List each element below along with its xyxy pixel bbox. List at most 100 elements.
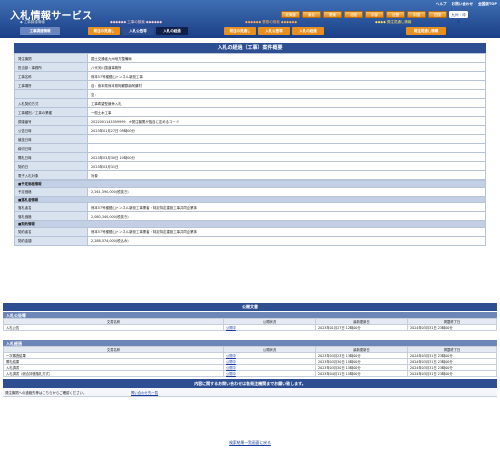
field-label: 競技日時 — [14, 134, 88, 144]
field-label: 契約金額 — [14, 235, 88, 246]
region-selector: 北海道 東北 関東 北陸 中部 近畿 中国 四国 九州・沖縄 — [281, 11, 468, 24]
field-value: 熊本57号種鎧山トンネル新設工事業者・特定特定建設工事共同企業体 — [87, 202, 486, 212]
field-value: 2,288,374,000(税込み) — [87, 235, 486, 246]
doc-updated: 2023年04月11日 15時00分 — [315, 370, 408, 377]
field-value: 熊本57号種鎧山トンネル新設工事 — [87, 71, 486, 81]
tab-bar: ◆ 工事調達情報 ◆◆◆◆◆◆ 工事の検索 ◆◆◆◆◆◆ ◆◆◆◆◆◆ 業務の検… — [20, 20, 490, 36]
case-summary-title: 入札の経過（工事）案件概要 — [14, 43, 486, 53]
field-value: 2,261,390,000(税抜き) — [87, 186, 486, 197]
summary-row: 入札契約方式 工事希望型競争入札 — [14, 98, 486, 108]
tab-service-progress[interactable]: 入札の経過 — [292, 27, 324, 35]
region-hokuriku[interactable]: 北陸 — [344, 11, 363, 18]
tab-construction-progress[interactable]: 入札の経過 — [156, 27, 188, 35]
price-section: ■予定価格情報 予定価格 2,261,390,000(税抜き) ■落札者情報 落札… — [14, 180, 486, 246]
field-label: 公告日時 — [14, 125, 88, 135]
doc-end-date: 2024年03月31日 23時00分 — [407, 324, 497, 331]
field-value: 工事希望型競争入札 — [87, 98, 486, 108]
field-value: 熊本57号種鎧山トンネル新設工事業者・特定特定建設工事共同企業体 — [87, 226, 486, 237]
progress-docs-table: 文書名称 公開状況 最新更新日 掲載終了日 一次審査結果 公開中 2023年03月2… — [3, 346, 497, 377]
field-value: 対象 — [87, 170, 486, 180]
tab-service-notice[interactable]: 入札公告等 — [258, 27, 290, 35]
document-row: 入札調書（総合評価落札方式） 公開中 2023年04月11日 15時00分 2024年… — [3, 370, 497, 377]
region-chubu[interactable]: 中部 — [365, 11, 384, 18]
top-links: ヘルプ お問い合わせ 全国版TOP — [436, 2, 497, 7]
field-label: 工事場所 — [14, 80, 88, 90]
field-value — [87, 143, 486, 153]
summary-row: 公告日時 2023年01月27日 09時00分 — [14, 125, 486, 135]
document-row: 入札公告 公開中 2023年01月27日 12時00分 2024年03月31日 23時… — [3, 324, 497, 331]
tab-construction-notice[interactable]: 入札公告等 — [122, 27, 154, 35]
doc-status-link[interactable]: 公開中 — [223, 324, 316, 331]
tab-group-header-construction: ◆◆◆◆◆◆ 工事の検索 ◆◆◆◆◆◆ — [110, 20, 163, 24]
summary-row: 発注機関 国土交通省九州地方整備局 — [14, 53, 486, 63]
field-label — [14, 89, 88, 99]
region-kyushu[interactable]: 九州・沖縄 — [449, 11, 468, 24]
tab-construction-forecast[interactable]: 発注の見通し — [88, 27, 120, 35]
field-value: 至： — [87, 89, 486, 99]
summary-row: 工事種別／工事の業種 一般土木工事 — [14, 107, 486, 117]
case-summary-table: 発注機関 国土交通省九州地方整備局 担当部・事務所 八代河川国道事務所 工事名称 熊本57… — [14, 53, 486, 180]
header-bar: 入札情報サービス ヘルプ お問い合わせ 全国版TOP 北海道 東北 関東 北陸 … — [0, 0, 500, 38]
notice-docs-header: 入札公告等 — [3, 311, 497, 318]
doc-name: 入札公告 — [3, 324, 224, 331]
summary-row: 工事名称 熊本57号種鎧山トンネル新設工事 — [14, 71, 486, 81]
field-label: 契約日 — [14, 161, 88, 171]
progress-docs-header: 入札経過 — [3, 339, 497, 346]
field-value — [87, 134, 486, 144]
doc-status-link[interactable]: 公開中 — [223, 370, 316, 377]
field-value: 2023年03月31日 — [87, 161, 486, 171]
region-kinki[interactable]: 近畿 — [386, 11, 405, 18]
case-summary: 入札の経過（工事）案件概要 発注機関 国土交通省九州地方整備局 担当部・事務所 八代河… — [14, 43, 486, 246]
tab-forecast-info[interactable]: 発注見通し情報 — [406, 27, 446, 35]
tab-service-forecast[interactable]: 発注の見通し — [224, 27, 256, 35]
help-link[interactable]: ヘルプ — [436, 2, 447, 7]
field-value: 2,080,340,000(税抜き) — [87, 211, 486, 221]
contact-link[interactable]: お問い合わせ — [452, 2, 474, 7]
summary-row: 担当部・事務所 八代河川国道事務所 — [14, 62, 486, 72]
field-label: 入札契約方式 — [14, 98, 88, 108]
summary-row: 調達番号 2022001143359999 ※発注機関が独自に定めるコード — [14, 116, 486, 126]
region-shikoku[interactable]: 四国 — [428, 11, 447, 18]
summary-row: 契約者名 熊本57号種鎧山トンネル新設工事業者・特定特定建設工事共同企業体 — [14, 226, 486, 237]
field-value: 2023年03月30日 10時00分 — [87, 152, 486, 162]
field-label: 工事種別／工事の業種 — [14, 107, 88, 117]
region-tohoku[interactable]: 東北 — [302, 11, 321, 18]
summary-row: 開札日時 2023年03月30日 10時00分 — [14, 152, 486, 162]
region-kanto[interactable]: 関東 — [323, 11, 342, 18]
field-label: 開札日時 — [14, 152, 88, 162]
summary-row: 至： — [14, 89, 486, 99]
summary-row: 締切日時 — [14, 143, 486, 153]
region-hokkaido[interactable]: 北海道 — [281, 11, 300, 18]
summary-row: 落札価格 2,080,340,000(税抜き) — [14, 211, 486, 221]
region-chugoku[interactable]: 中国 — [407, 11, 426, 18]
contact-list-link[interactable]: 問い合わせ先一覧 — [131, 390, 158, 395]
field-value: 国土交通省九州地方整備局 — [87, 53, 486, 63]
field-value: 一般土木工事 — [87, 107, 486, 117]
doc-end-date: 2024年03月31日 23時00分 — [407, 370, 497, 377]
summary-row: 競技日時 — [14, 134, 486, 144]
field-label: 発注機関 — [14, 53, 88, 63]
field-label: 契約者名 — [14, 226, 88, 237]
footer-title: 内容に関するお問い合わせは各発注機関までお願い致します。 — [3, 379, 497, 388]
back-row: 検索結果一覧画面に戻る — [0, 440, 500, 446]
tab-group-header-service: ◆◆◆◆◆◆ 業務の検索 ◆◆◆◆◆◆ — [245, 20, 298, 24]
field-value: 2022001143359999 ※発注機関が独自に定めるコード — [87, 116, 486, 126]
field-value: 自：熊本県熊本県阿蘇郡南阿蘇村 — [87, 80, 486, 90]
field-label: 落札価格 — [14, 211, 88, 221]
summary-row: 契約日 2023年03月31日 — [14, 161, 486, 171]
tab-procurement-info[interactable]: 工事調達情報 — [20, 27, 60, 35]
footer-contact-text: 発注機関への連絡先等はこちらからご確認ください。 — [5, 390, 87, 395]
field-label: 調達番号 — [14, 116, 88, 126]
back-to-results-link[interactable]: 検索結果一覧画面に戻る — [229, 440, 271, 445]
field-value: 八代河川国道事務所 — [87, 62, 486, 72]
tab-group-header-procurement: ◆ 工事調達情報 — [20, 20, 45, 24]
doc-name: 入札調書（総合評価落札方式） — [3, 370, 224, 377]
summary-row: 工事場所 自：熊本県熊本県阿蘇郡南阿蘇村 — [14, 80, 486, 90]
field-label: 予定価格 — [14, 186, 88, 197]
public-documents: 公開文書 入札公告等 文書名称 公開状況 最新更新日 掲載終了日 入札公告 公開中… — [3, 303, 497, 377]
doc-updated: 2023年01月27日 12時00分 — [315, 324, 408, 331]
field-label: 電子入札対象 — [14, 170, 88, 180]
public-documents-title: 公開文書 — [3, 303, 497, 311]
field-label: 落札者名 — [14, 202, 88, 212]
national-top-link[interactable]: 全国版TOP — [478, 2, 497, 7]
